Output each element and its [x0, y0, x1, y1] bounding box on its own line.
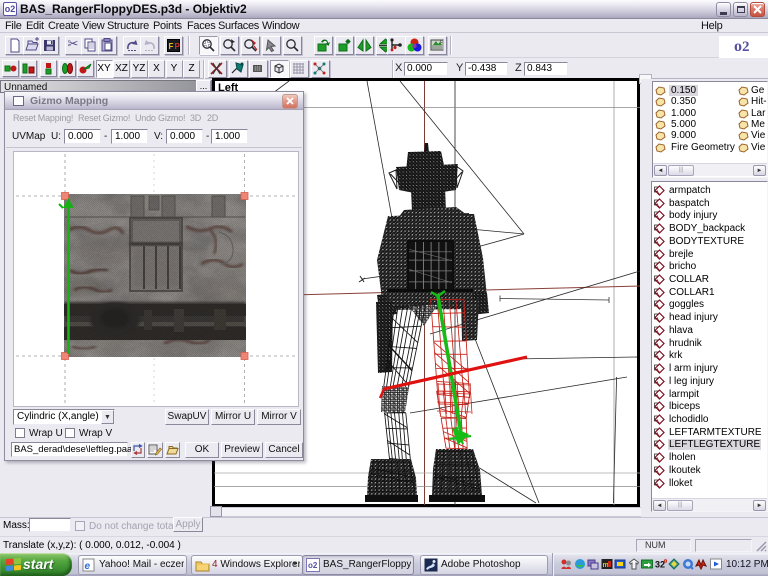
- svg-text:o2: o2: [308, 561, 318, 570]
- svg-text:e: e: [85, 561, 91, 572]
- svg-text:m: m: [602, 562, 608, 569]
- svg-text:32: 32: [655, 560, 665, 570]
